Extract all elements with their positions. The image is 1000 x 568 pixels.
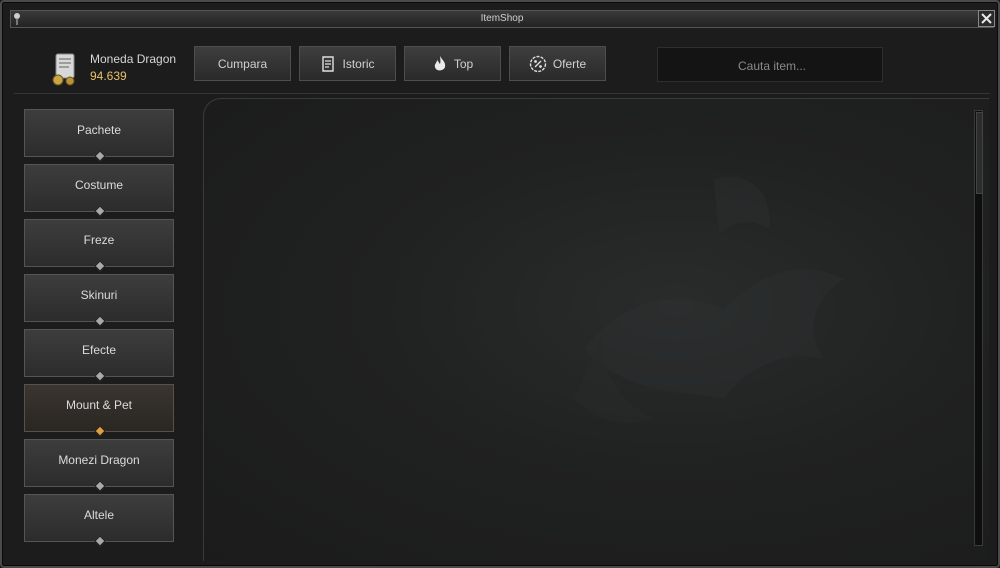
tab-label: Top [453, 56, 474, 71]
diamond-icon [94, 260, 106, 272]
category-label: Altele [83, 508, 115, 522]
diamond-icon [94, 425, 106, 437]
category-label: Mount & Pet [65, 398, 133, 412]
category-skinuri[interactable]: Skinuri [24, 274, 174, 327]
diamond-icon [94, 205, 106, 217]
category-costume[interactable]: Costume [24, 164, 174, 217]
header-divider [14, 93, 990, 94]
currency-balance: 94.639 [90, 69, 127, 83]
tab-cumpara[interactable]: Cumpara [194, 46, 291, 81]
scrollbar-thumb[interactable] [976, 112, 983, 194]
currency-name: Moneda Dragon [90, 52, 177, 66]
tab-istoric[interactable]: Istoric [299, 46, 396, 81]
tab-label: Cumpara [217, 56, 268, 71]
category-freze[interactable]: Freze [24, 219, 174, 272]
diamond-icon [94, 370, 106, 382]
category-efecte[interactable]: Efecte [24, 329, 174, 382]
category-label: Efecte [81, 343, 117, 357]
pin-icon[interactable] [12, 13, 22, 25]
category-label: Skinuri [80, 288, 118, 302]
category-mount-pet[interactable]: Mount & Pet [24, 384, 174, 437]
category-monezi-dragon[interactable]: Monezi Dragon [24, 439, 174, 492]
category-altele[interactable]: Altele [24, 494, 174, 547]
category-label: Pachete [76, 123, 122, 137]
search-box [657, 47, 886, 83]
scrollbar[interactable] [974, 110, 983, 546]
category-label: Freze [83, 233, 115, 247]
tab-label: Oferte [552, 56, 587, 71]
diamond-icon [94, 315, 106, 327]
tab-label: Istoric [342, 56, 375, 71]
close-icon [981, 13, 992, 24]
item-content-panel [203, 98, 989, 561]
search-input[interactable] [658, 48, 886, 83]
title-bar[interactable]: ItemShop [10, 10, 994, 28]
category-label: Monezi Dragon [58, 453, 140, 467]
diamond-icon [94, 150, 106, 162]
category-pachete[interactable]: Pachete [24, 109, 174, 162]
tab-top[interactable]: Top [404, 46, 501, 81]
diamond-icon [94, 535, 106, 547]
close-button[interactable] [978, 10, 995, 27]
window-title: ItemShop [480, 13, 524, 24]
shop-header: Moneda Dragon 94.639 Cumpara Istoric Top [14, 36, 990, 92]
itemshop-window: ItemShop Moneda Dragon 94.639 Cumpara Is… [0, 0, 1000, 568]
diamond-icon [94, 480, 106, 492]
tab-oferte[interactable]: Oferte [509, 46, 606, 81]
category-label: Costume [74, 178, 124, 192]
percent-badge-icon [529, 55, 547, 72]
dragon-background-art [574, 176, 844, 423]
dragon-coin-scroll-icon [52, 53, 75, 86]
scroll-icon [322, 55, 335, 72]
flame-icon [434, 55, 445, 70]
